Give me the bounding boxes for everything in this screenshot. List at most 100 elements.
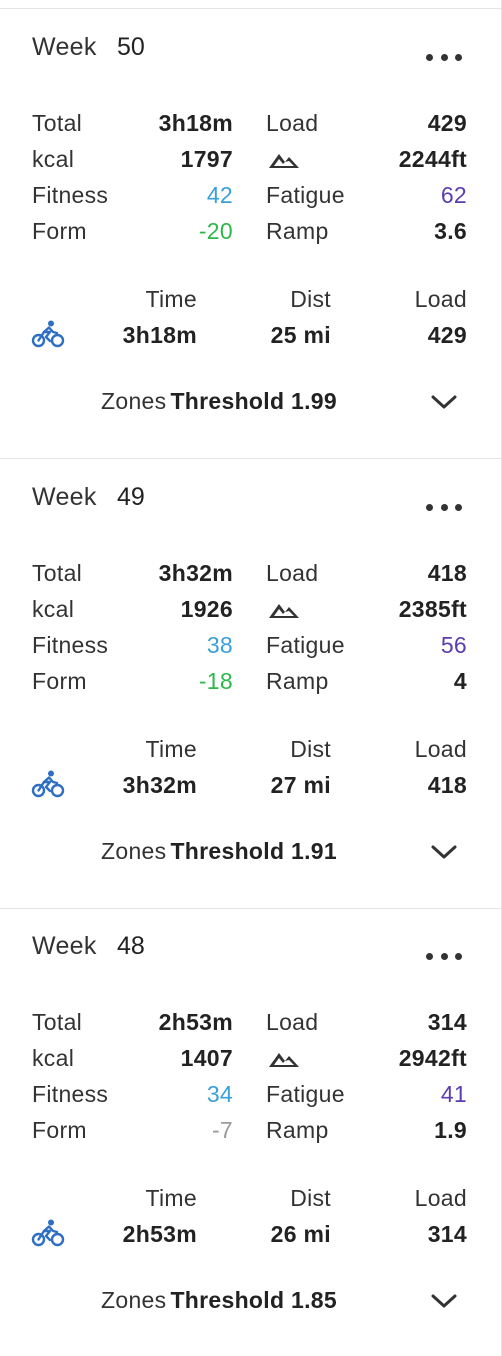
form-label: Form (32, 218, 87, 244)
kcal-value: 1407 (180, 1045, 233, 1071)
week-label: Week (32, 932, 97, 960)
kcal-value: 1797 (180, 146, 233, 172)
kcal-label: kcal (32, 1045, 75, 1071)
ramp-value: 4 (453, 668, 467, 694)
ramp-value: 3.6 (434, 218, 467, 244)
week-card: Week 48 Total 2h53m Load 314 kcal 1407 2… (0, 908, 501, 1356)
elevation-value: 2942ft (398, 1045, 467, 1071)
elevation-value: 2385ft (398, 596, 467, 622)
summary-load-value: 429 (427, 322, 467, 348)
fatigue-label: Fatigue (266, 1081, 345, 1107)
zones-row: Zones Threshold 1.99 (101, 388, 337, 415)
form-label: Form (32, 1117, 87, 1143)
total-label: Total (32, 110, 83, 136)
fitness-value: 38 (206, 632, 233, 658)
more-icon-dot (440, 952, 448, 960)
fatigue-label: Fatigue (266, 632, 345, 658)
summary-dist-value: 26 mi (270, 1221, 331, 1247)
total-value: 3h18m (158, 110, 233, 136)
summary-dist-value: 25 mi (270, 322, 331, 348)
week-number: 50 (117, 33, 145, 61)
fitness-label: Fitness (32, 632, 109, 658)
week-label: Week (32, 33, 97, 61)
summary-dist-value: 27 mi (270, 772, 331, 798)
load-value: 314 (427, 1009, 467, 1035)
zones-value: Threshold 1.99 (170, 388, 337, 414)
more-icon-dot (440, 53, 448, 61)
more-icon-dot (426, 53, 433, 61)
mountain-icon (269, 604, 299, 618)
more-icon-dot (455, 53, 462, 61)
more-icon-dot (426, 503, 433, 511)
bike-icon (31, 1219, 65, 1247)
fitness-value: 42 (206, 182, 233, 208)
weekly-summary-list: Week 50 Total 3h18m Load 429 kcal 1797 2… (0, 0, 502, 1356)
summary-time-header: Time (145, 286, 197, 312)
fitness-value: 34 (206, 1081, 233, 1107)
zones-value: Threshold 1.91 (170, 838, 337, 864)
summary-time-value: 2h53m (122, 1221, 197, 1247)
mountain-icon (269, 154, 299, 168)
load-label: Load (266, 1009, 319, 1035)
summary-load-value: 418 (427, 772, 467, 798)
zones-value: Threshold 1.85 (170, 1287, 337, 1313)
more-options-button[interactable] (424, 493, 464, 521)
fatigue-label: Fatigue (266, 182, 345, 208)
zones-label: Zones (101, 388, 167, 414)
week-label: Week (32, 483, 97, 511)
chevron-down-icon[interactable] (430, 843, 458, 861)
fitness-label: Fitness (32, 1081, 109, 1107)
summary-load-header: Load (414, 736, 467, 762)
summary-dist-header: Dist (290, 1185, 331, 1211)
form-value: -7 (211, 1117, 233, 1143)
total-label: Total (32, 560, 83, 586)
summary-time-header: Time (145, 1185, 197, 1211)
week-card: Week 49 Total 3h32m Load 418 kcal 1926 2… (0, 459, 501, 909)
bike-icon (31, 320, 65, 348)
kcal-label: kcal (32, 146, 75, 172)
summary-load-value: 314 (427, 1221, 467, 1247)
ramp-value: 1.9 (434, 1117, 467, 1143)
total-value: 3h32m (158, 560, 233, 586)
total-label: Total (32, 1009, 83, 1035)
week-number: 49 (117, 483, 145, 511)
load-value: 429 (427, 110, 467, 136)
form-value: -18 (198, 668, 233, 694)
summary-load-header: Load (414, 1185, 467, 1211)
form-value: -20 (198, 218, 233, 244)
ramp-label: Ramp (266, 668, 329, 694)
load-value: 418 (427, 560, 467, 586)
fatigue-value: 56 (440, 632, 467, 658)
kcal-value: 1926 (180, 596, 233, 622)
form-label: Form (32, 668, 87, 694)
week-card: Week 50 Total 3h18m Load 429 kcal 1797 2… (0, 9, 501, 459)
summary-load-header: Load (414, 286, 467, 312)
zones-label: Zones (101, 838, 167, 864)
ramp-label: Ramp (266, 1117, 329, 1143)
fatigue-value: 62 (440, 182, 467, 208)
zones-row: Zones Threshold 1.91 (101, 838, 337, 865)
more-icon-dot (455, 503, 462, 511)
elevation-value: 2244ft (398, 146, 467, 172)
fitness-label: Fitness (32, 182, 109, 208)
load-label: Load (266, 560, 319, 586)
chevron-down-icon[interactable] (430, 1292, 458, 1310)
summary-time-value: 3h32m (122, 772, 197, 798)
kcal-label: kcal (32, 596, 75, 622)
chevron-down-icon[interactable] (430, 393, 458, 411)
more-icon-dot (455, 952, 462, 960)
summary-dist-header: Dist (290, 286, 331, 312)
more-icon-dot (426, 952, 433, 960)
summary-time-value: 3h18m (122, 322, 197, 348)
total-value: 2h53m (158, 1009, 233, 1035)
more-icon-dot (440, 503, 448, 511)
zones-label: Zones (101, 1287, 167, 1313)
ramp-label: Ramp (266, 218, 329, 244)
load-label: Load (266, 110, 319, 136)
summary-dist-header: Dist (290, 736, 331, 762)
fatigue-value: 41 (440, 1081, 467, 1107)
zones-row: Zones Threshold 1.85 (101, 1287, 337, 1314)
more-options-button[interactable] (424, 942, 464, 970)
more-options-button[interactable] (424, 43, 464, 71)
bike-icon (31, 770, 65, 798)
